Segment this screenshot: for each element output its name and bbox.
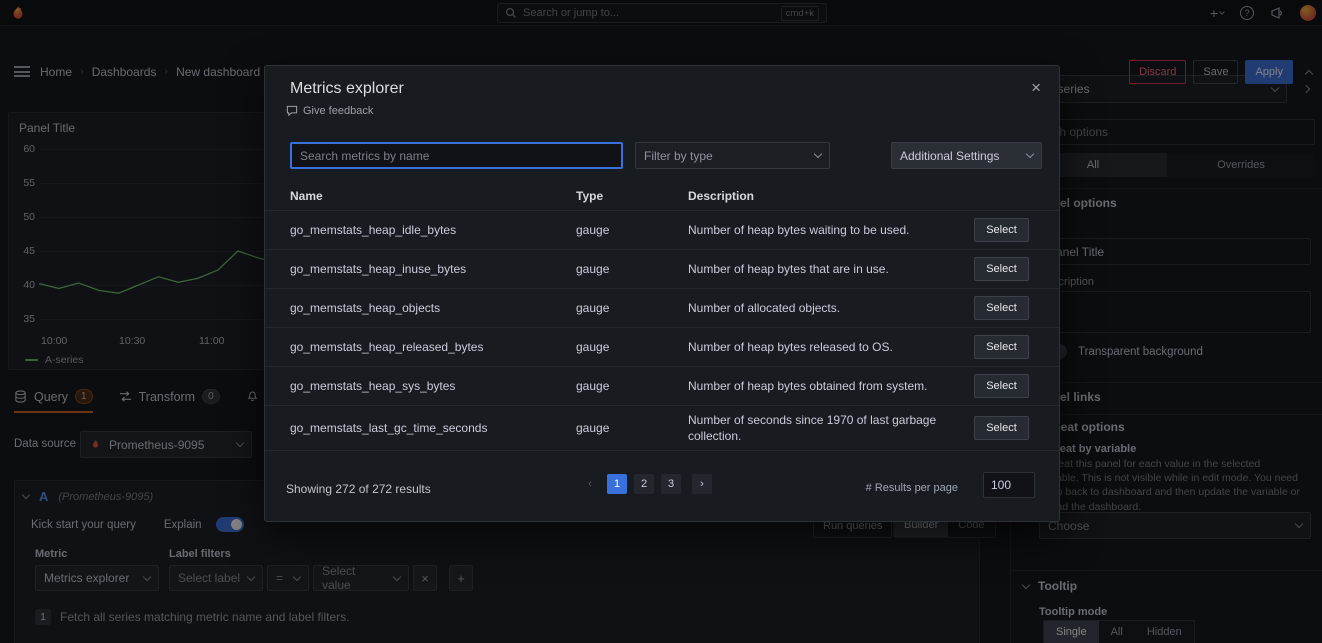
close-icon[interactable]: × (1031, 78, 1041, 98)
results-per-page-input[interactable] (983, 472, 1035, 498)
metric-name-cell: go_memstats_heap_objects (290, 301, 576, 315)
metric-name-cell: go_memstats_heap_sys_bytes (290, 379, 576, 393)
metric-type-cell: gauge (576, 223, 688, 237)
comment-icon (286, 105, 298, 117)
metric-description-cell: Number of heap bytes obtained from syste… (688, 372, 960, 400)
metrics-search-input[interactable] (290, 142, 623, 169)
metric-type-cell: gauge (576, 340, 688, 354)
metric-type-cell: gauge (576, 301, 688, 315)
metrics-table-row: go_memstats_heap_sys_bytes gauge Number … (265, 367, 1059, 406)
results-summary: Showing 272 of 272 results (286, 482, 431, 496)
metric-name-cell: go_memstats_heap_released_bytes (290, 340, 576, 354)
page-button-1[interactable]: 1 (607, 474, 627, 494)
metric-name-cell: go_memstats_heap_idle_bytes (290, 223, 576, 237)
metric-description-cell: Number of allocated objects. (688, 294, 960, 322)
select-metric-button[interactable]: Select (974, 374, 1029, 398)
select-metric-button[interactable]: Select (974, 296, 1029, 320)
select-metric-button[interactable]: Select (974, 218, 1029, 242)
metrics-table-row: go_memstats_last_gc_time_seconds gauge N… (265, 406, 1059, 451)
metric-description-cell: Number of seconds since 1970 of last gar… (688, 406, 960, 450)
metrics-table-body: go_memstats_heap_idle_bytes gauge Number… (265, 211, 1059, 451)
next-page-button[interactable]: › (692, 474, 712, 494)
results-per-page-label: # Results per page (866, 482, 958, 494)
metric-description-cell: Number of heap bytes released to OS. (688, 333, 960, 361)
metrics-table-header: Name Type Description (265, 181, 1059, 211)
metrics-table-row: go_memstats_heap_idle_bytes gauge Number… (265, 211, 1059, 250)
select-metric-button[interactable]: Select (974, 335, 1029, 359)
grafana-app: Search or jump to... cmd+k + ? Home › Da… (0, 0, 1322, 643)
header-type: Type (576, 189, 688, 203)
give-feedback-link[interactable]: Give feedback (286, 105, 373, 117)
modal-title: Metrics explorer (290, 80, 404, 98)
type-filter-select[interactable]: Filter by type (635, 142, 830, 169)
prev-page-button[interactable]: ‹ (580, 474, 600, 494)
page-button-2[interactable]: 2 (634, 474, 654, 494)
pagination: ‹ 1 2 3 › (580, 474, 712, 494)
metric-type-cell: gauge (576, 262, 688, 276)
metric-description-cell: Number of heap bytes that are in use. (688, 255, 960, 283)
header-description: Description (688, 189, 974, 203)
metrics-explorer-modal: Metrics explorer × Give feedback Filter … (264, 65, 1060, 522)
select-metric-button[interactable]: Select (974, 257, 1029, 281)
header-name: Name (290, 189, 576, 203)
select-metric-button[interactable]: Select (974, 416, 1029, 440)
metrics-table-row: go_memstats_heap_inuse_bytes gauge Numbe… (265, 250, 1059, 289)
page-button-3[interactable]: 3 (661, 474, 681, 494)
metric-description-cell: Number of heap bytes waiting to be used. (688, 216, 960, 244)
metrics-table-row: go_memstats_heap_objects gauge Number of… (265, 289, 1059, 328)
metric-type-cell: gauge (576, 421, 688, 435)
metric-name-cell: go_memstats_heap_inuse_bytes (290, 262, 576, 276)
metric-name-cell: go_memstats_last_gc_time_seconds (290, 421, 576, 435)
additional-settings-button[interactable]: Additional Settings (891, 142, 1042, 169)
metrics-table-row: go_memstats_heap_released_bytes gauge Nu… (265, 328, 1059, 367)
metric-type-cell: gauge (576, 379, 688, 393)
